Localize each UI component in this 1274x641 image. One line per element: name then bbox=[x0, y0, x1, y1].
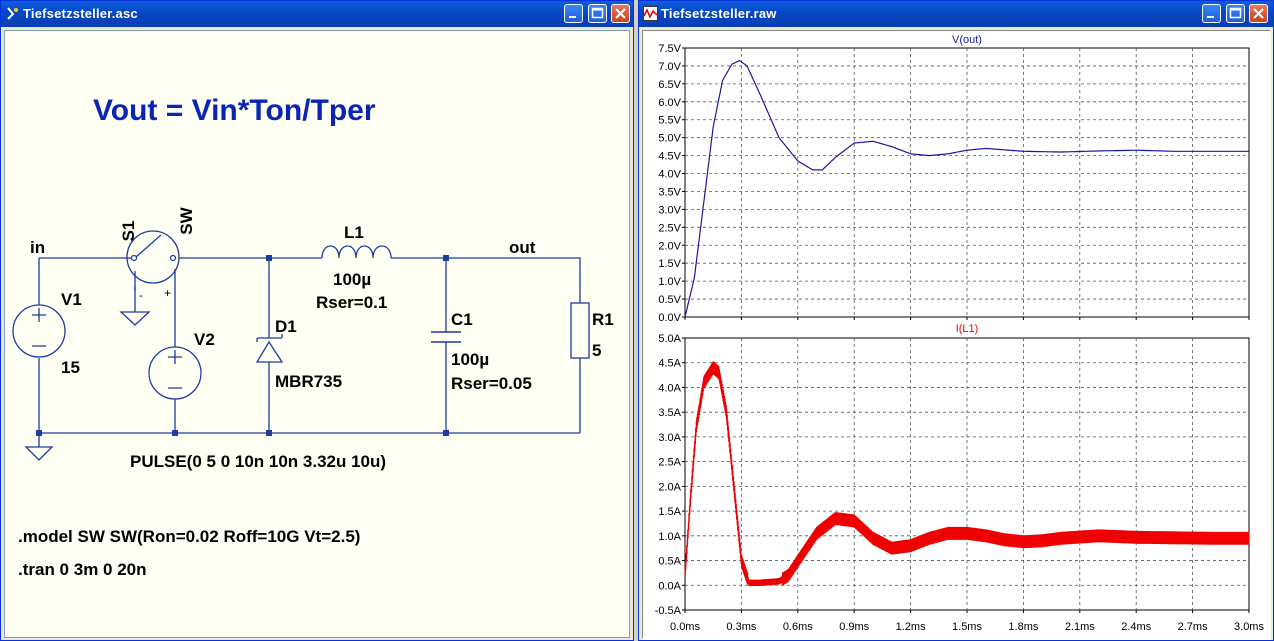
y-tick-label: -0.5A bbox=[655, 605, 682, 617]
ground-symbol-main bbox=[24, 446, 54, 461]
waveform-window: Tiefsetzsteller.raw 0.0V 0.5V 1.0V 1.5V 2.0V… bbox=[638, 0, 1274, 641]
y-tick-label: 3.0A bbox=[658, 432, 681, 444]
l1-value: 100µ bbox=[333, 270, 371, 289]
x-tick-label: 3.0ms bbox=[1234, 621, 1264, 633]
waveform-canvas[interactable]: 0.0V 0.5V 1.0V 1.5V 2.0V 2.5V 3.0V 3.5V 4.0V 4.5V… bbox=[642, 30, 1271, 640]
x-tick-label: 2.1ms bbox=[1065, 621, 1095, 633]
y-tick-label: 4.5V bbox=[658, 151, 681, 163]
window-title: Tiefsetzsteller.raw bbox=[661, 6, 777, 21]
y-tick-label: 3.5V bbox=[658, 186, 681, 198]
l1-label: L1 bbox=[344, 223, 364, 242]
v2-voltage-source[interactable] bbox=[148, 346, 202, 400]
y-tick-label: 1.0V bbox=[658, 276, 681, 288]
y-tick-label: 4.0A bbox=[658, 382, 681, 394]
v1-value: 15 bbox=[61, 358, 80, 377]
y-tick-label: 2.0V bbox=[658, 240, 681, 252]
y-tick-label: 0.5A bbox=[658, 556, 681, 568]
maximize-button[interactable] bbox=[1226, 4, 1245, 23]
ltspice-schematic-icon bbox=[7, 7, 18, 20]
minimize-button[interactable] bbox=[564, 4, 583, 23]
x-tick-label: 0.6ms bbox=[783, 621, 813, 633]
c1-label: C1 bbox=[451, 310, 473, 329]
l1-rser: Rser=0.1 bbox=[316, 293, 387, 312]
y-tick-label: 6.0V bbox=[658, 97, 681, 109]
waveform-app-icon bbox=[643, 6, 658, 21]
y-tick-label: 5.0A bbox=[658, 333, 681, 345]
x-tick-label: 1.8ms bbox=[1008, 621, 1038, 633]
s1-minus-pin: - bbox=[139, 290, 143, 302]
net-label-out: out bbox=[509, 238, 536, 257]
close-button[interactable] bbox=[1249, 4, 1268, 23]
y-tick-label: 3.0V bbox=[658, 204, 681, 216]
y-tick-label: 3.5A bbox=[658, 407, 681, 419]
y-tick-label: 5.0V bbox=[658, 133, 681, 145]
r1-resistor[interactable] bbox=[570, 302, 590, 359]
plot-frame-1 bbox=[684, 337, 1250, 611]
plot-title-1: I(L1) bbox=[956, 323, 979, 335]
d1-diode[interactable] bbox=[255, 334, 284, 363]
s1-model: SW bbox=[177, 206, 196, 234]
r1-label: R1 bbox=[592, 310, 614, 329]
window-title: Tiefsetzsteller.asc bbox=[23, 6, 138, 21]
waveform-plots[interactable]: 0.0V 0.5V 1.0V 1.5V 2.0V 2.5V 3.0V 3.5V 4.0V 4.5V… bbox=[643, 31, 1271, 640]
y-tick-label: 5.5V bbox=[658, 115, 681, 127]
y-tick-label: 7.0V bbox=[658, 61, 681, 73]
waveform-titlebar[interactable]: Tiefsetzsteller.raw bbox=[639, 1, 1273, 27]
y-tick-label: 1.0A bbox=[658, 531, 681, 543]
l1-inductor[interactable] bbox=[321, 245, 392, 259]
d1-model: MBR735 bbox=[275, 372, 342, 391]
circuit-wires bbox=[38, 257, 581, 447]
plot-title-0: V(out) bbox=[952, 34, 982, 46]
y-tick-label: 4.5A bbox=[658, 358, 681, 370]
schematic-canvas[interactable]: Vout = Vin*Ton/Tper V1 15 S1 SW - + V2 P… bbox=[4, 30, 630, 638]
minimize-button[interactable] bbox=[1202, 4, 1221, 23]
y-tick-label: 2.5V bbox=[658, 222, 681, 234]
y-tick-label: 1.5V bbox=[658, 258, 681, 270]
ground-symbol-switch bbox=[119, 311, 151, 326]
x-tick-label: 1.5ms bbox=[952, 621, 982, 633]
c1-capacitor[interactable] bbox=[431, 331, 461, 343]
spice-directive-model[interactable]: .model SW SW(Ron=0.02 Roff=10G Vt=2.5) bbox=[18, 527, 360, 546]
x-tick-label: 2.4ms bbox=[1121, 621, 1151, 633]
r1-value: 5 bbox=[592, 341, 601, 360]
spice-directive-tran[interactable]: .tran 0 3m 0 20n bbox=[18, 560, 147, 579]
v2-value: PULSE(0 5 0 10n 10n 3.32u 10u) bbox=[130, 452, 386, 471]
y-tick-label: 2.0A bbox=[658, 481, 681, 493]
y-tick-label: 4.0V bbox=[658, 169, 681, 181]
c1-value: 100µ bbox=[451, 350, 489, 369]
schematic-titlebar[interactable]: Tiefsetzsteller.asc bbox=[1, 1, 633, 27]
headline-formula: Vout = Vin*Ton/Tper bbox=[93, 94, 376, 127]
s1-label: S1 bbox=[119, 221, 138, 242]
close-button[interactable] bbox=[611, 4, 630, 23]
y-tick-label: 0.5V bbox=[658, 294, 681, 306]
maximize-button[interactable] bbox=[588, 4, 607, 23]
y-tick-label: 6.5V bbox=[658, 79, 681, 91]
x-tick-label: 0.0ms bbox=[670, 621, 700, 633]
x-tick-label: 2.7ms bbox=[1178, 621, 1208, 633]
d1-label: D1 bbox=[275, 317, 297, 336]
v1-label: V1 bbox=[61, 290, 82, 309]
x-tick-label: 1.2ms bbox=[896, 621, 926, 633]
y-tick-label: 0.0A bbox=[658, 580, 681, 592]
y-tick-label: 0.0V bbox=[658, 312, 681, 324]
y-tick-label: 1.5A bbox=[658, 506, 681, 518]
s1-plus-pin: + bbox=[164, 286, 171, 300]
v2-label: V2 bbox=[194, 330, 215, 349]
net-label-in: in bbox=[30, 238, 45, 257]
v1-voltage-source[interactable] bbox=[12, 304, 66, 358]
x-tick-label: 0.9ms bbox=[839, 621, 869, 633]
x-tick-label: 0.3ms bbox=[726, 621, 756, 633]
schematic-window: Tiefsetzsteller.asc Vout = Vin*Ton/Tper bbox=[0, 0, 634, 641]
c1-rser: Rser=0.05 bbox=[451, 374, 532, 393]
y-tick-label: 2.5A bbox=[658, 457, 681, 469]
junction-dots bbox=[36, 255, 449, 436]
y-tick-label: 7.5V bbox=[658, 43, 681, 55]
